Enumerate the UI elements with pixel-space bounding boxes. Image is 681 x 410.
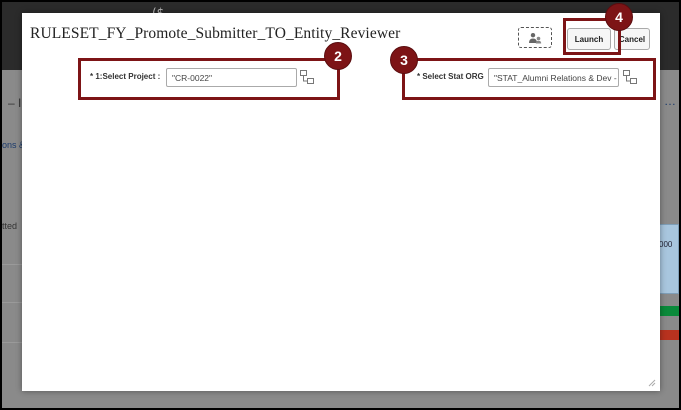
background-divider — [2, 302, 22, 303]
background-more-icon: … — [664, 94, 676, 108]
background-heading-fragment: – I — [8, 96, 22, 110]
assign-users-button[interactable] — [518, 27, 552, 48]
callout-badge-2: 2 — [324, 42, 352, 70]
resize-grip-icon[interactable] — [648, 379, 656, 387]
background-text-fragment: tted — [2, 221, 18, 231]
background-chart-panel — [658, 224, 679, 294]
background-divider — [2, 264, 22, 265]
callout-box-stat-org — [402, 58, 656, 100]
background-divider — [2, 342, 22, 343]
dialog-title: RULESET_FY_Promote_Submitter_TO_Entity_R… — [30, 25, 401, 42]
background-status-green — [660, 306, 679, 316]
people-icon — [529, 32, 542, 43]
callout-badge-4: 4 — [605, 3, 633, 31]
callout-box-project — [78, 58, 340, 100]
background-status-red — [660, 330, 679, 340]
background-value: 000 — [659, 240, 673, 249]
callout-badge-3: 3 — [390, 46, 418, 74]
